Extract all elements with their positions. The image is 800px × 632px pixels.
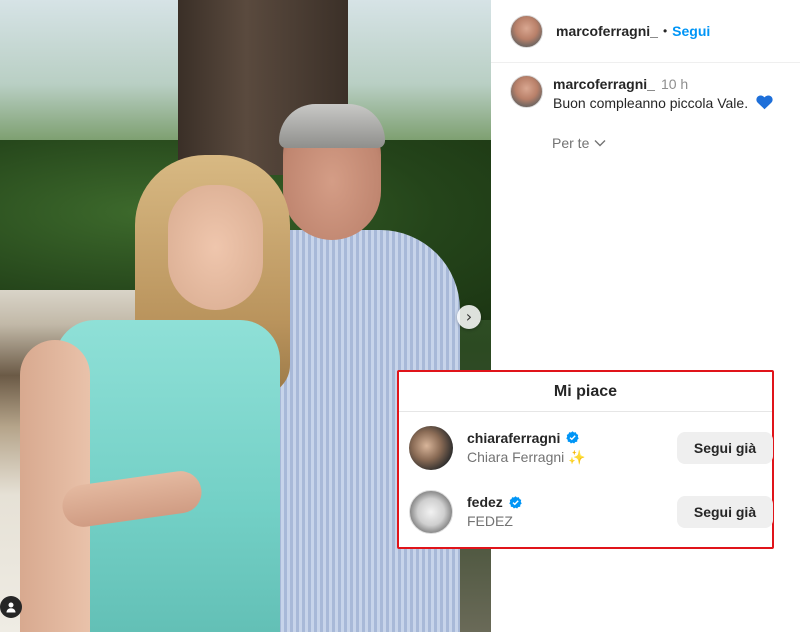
caption-text-content: Buon compleanno piccola Vale.	[553, 95, 749, 111]
likes-modal-title: Mi piace	[399, 372, 772, 412]
following-button[interactable]: Segui già	[677, 496, 773, 528]
caption-time[interactable]: 10 h	[661, 76, 688, 92]
author-username[interactable]: marcoferragni_	[556, 23, 658, 39]
for-you-label: Per te	[552, 135, 590, 151]
like-row-fedez[interactable]: fedez FEDEZ Segui già	[399, 480, 773, 543]
photo-woman-face	[168, 185, 263, 310]
user-avatar[interactable]	[409, 425, 453, 470]
translation-toggle[interactable]: Per te	[552, 135, 800, 151]
like-username: fedez	[467, 494, 522, 510]
like-fullname-text: Chiara Ferragni	[467, 448, 565, 465]
header-separator: •	[662, 24, 668, 38]
tagged-users-button[interactable]	[0, 596, 22, 618]
like-username-text[interactable]: fedez	[467, 494, 503, 510]
like-fullname: FEDEZ	[467, 513, 513, 529]
photo-man-hair	[279, 104, 385, 148]
user-avatar[interactable]	[409, 489, 453, 534]
chevron-down-icon	[594, 140, 606, 147]
verified-badge-icon	[509, 495, 522, 508]
post-header: marcoferragni_ • Segui	[491, 0, 800, 63]
caption-meta: marcoferragni_ 10 h	[553, 76, 773, 92]
sparkles-icon: ✨	[568, 448, 586, 465]
caption-avatar[interactable]	[510, 75, 543, 108]
chevron-right-icon: ›	[465, 307, 473, 326]
verified-badge-icon	[566, 431, 580, 444]
user-icon	[6, 602, 16, 613]
like-username-text[interactable]: chiaraferragni	[467, 430, 560, 446]
like-row-chiaraferragni[interactable]: chiaraferragni Chiara Ferragni ✨ Segui g…	[399, 416, 773, 479]
blue-heart-icon	[756, 95, 773, 110]
caption-body: marcoferragni_ 10 h Buon compleanno picco…	[553, 75, 773, 111]
follow-button[interactable]: Segui	[672, 23, 710, 39]
like-user-names: fedez FEDEZ	[467, 494, 522, 529]
like-fullname: Chiara Ferragni ✨	[467, 449, 586, 466]
like-user-names: chiaraferragni Chiara Ferragni ✨	[467, 430, 586, 466]
caption-text: Buon compleanno piccola Vale.	[553, 95, 773, 111]
following-button[interactable]: Segui già	[677, 432, 773, 464]
carousel-next-button[interactable]: ›	[457, 305, 481, 329]
post-caption: marcoferragni_ 10 h Buon compleanno picco…	[491, 63, 800, 111]
like-username: chiaraferragni	[467, 430, 586, 446]
likes-modal: Mi piace chiaraferragni Chiara Ferragni …	[397, 370, 774, 549]
author-avatar[interactable]	[510, 14, 543, 48]
caption-username[interactable]: marcoferragni_	[553, 76, 655, 92]
